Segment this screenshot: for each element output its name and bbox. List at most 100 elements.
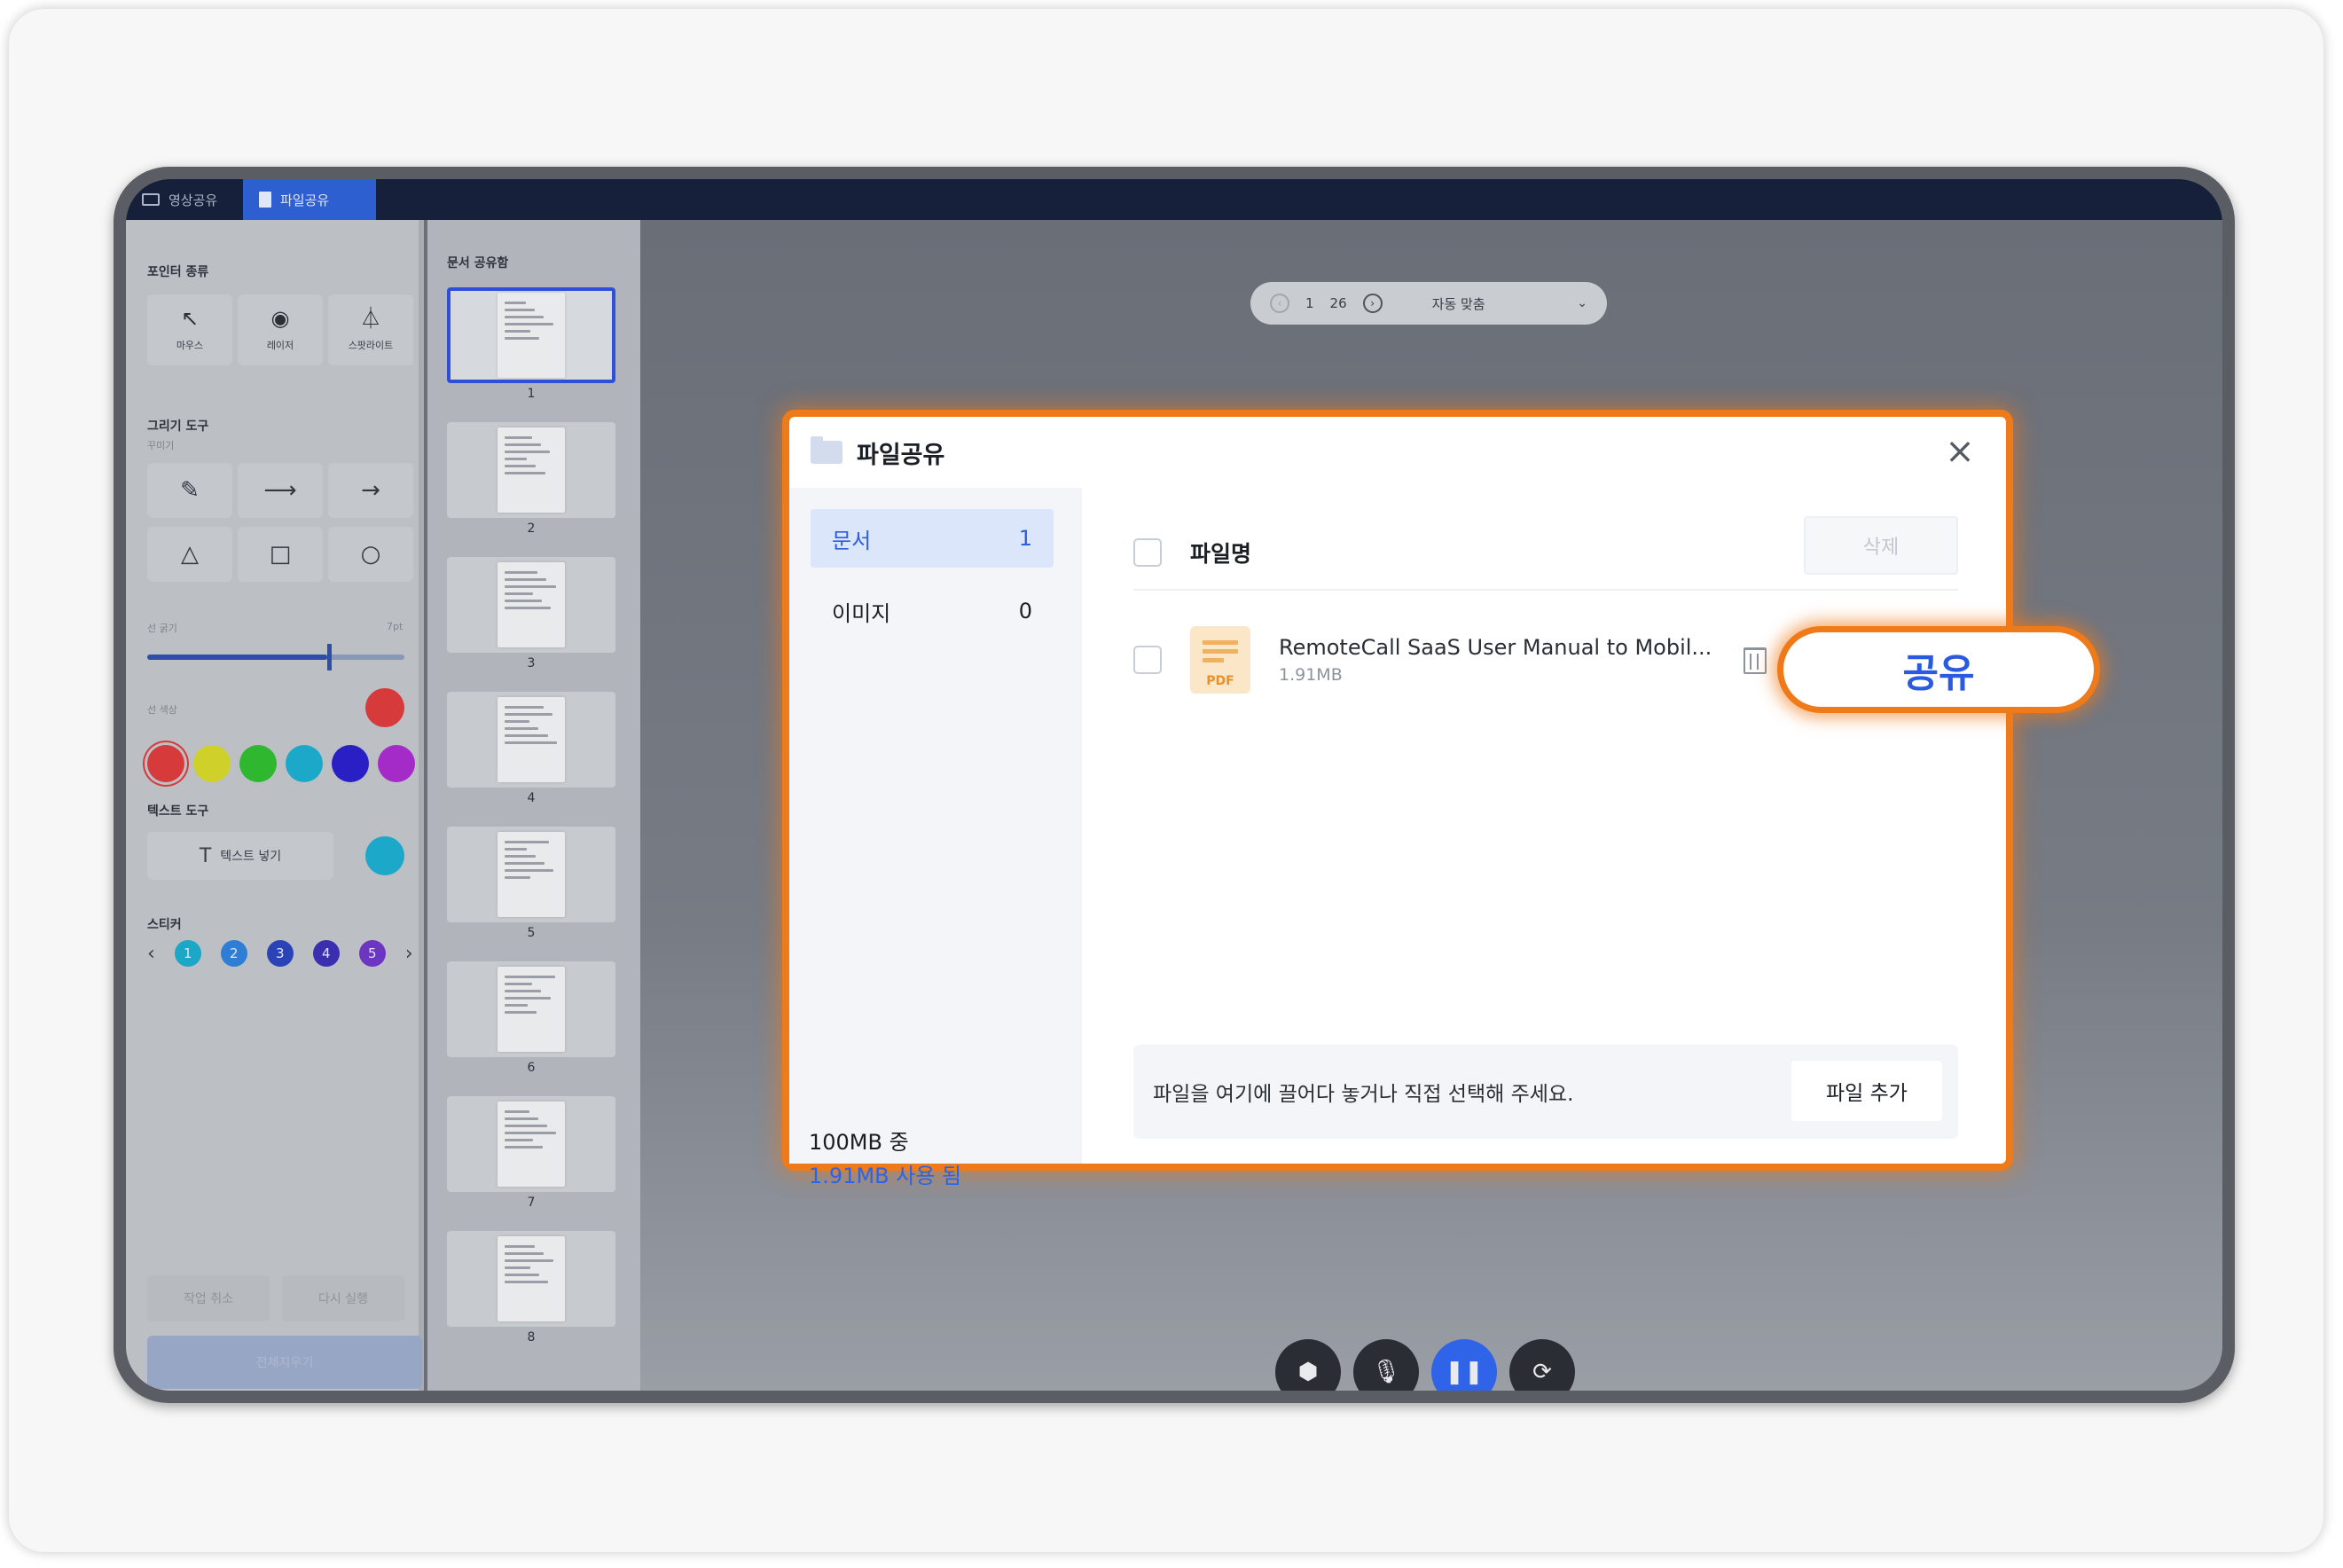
category-images[interactable]: 이미지 0 [811,582,1054,640]
line-arrow-tool[interactable]: → [328,463,413,518]
category-label: 문서 [832,528,872,553]
add-file-button[interactable]: 파일 추가 [1791,1061,1942,1121]
pointer-label: 레이저 [266,340,294,351]
file-share-dialog: 파일공유 × 문서 1 이미지 0 100MB 중 1.91MB 사용 됨 파일… [789,417,2006,1188]
clear-all-button[interactable]: 전체지우기 [147,1336,422,1389]
page-thumbnail[interactable] [447,692,615,788]
pointer-label: 마우스 [176,340,204,351]
triangle-tool[interactable]: △ [147,527,232,582]
pointer-laser[interactable]: ◉ 레이저 [238,294,323,365]
pause-button[interactable]: ❚❚ [1431,1339,1497,1391]
pointer-label: 스팟라이트 [348,340,394,351]
tab-screen-share[interactable]: 영상공유 [126,179,243,220]
pdf-file-icon: PDF [1190,626,1250,694]
thumbnail-panel-title: 문서 공유함 [447,256,509,270]
pointer-mouse[interactable]: ↖ 마우스 [147,294,232,365]
page-thumbnail[interactable] [447,1096,615,1192]
text-cursor-icon: T [199,844,212,867]
color-swatch[interactable] [332,745,369,782]
color-swatch[interactable] [286,745,323,782]
category-count: 0 [1018,599,1032,623]
page-preview [498,562,565,647]
category-documents[interactable]: 문서 1 [811,509,1054,568]
thickness-value: 7pt [387,621,404,632]
chevron-left-icon[interactable]: ‹ [147,943,155,965]
draw-sub-label: 꾸미기 [147,440,175,451]
sticker-1[interactable]: 1 [174,940,201,967]
file-name-column: 파일명 [1190,541,1252,567]
screen-icon [142,193,160,206]
text-color-swatch[interactable] [365,836,404,875]
folder-icon [811,436,842,464]
chevron-right-icon[interactable]: › [405,943,413,965]
delete-button[interactable]: 삭제 [1804,516,1958,575]
sticker-5[interactable]: 5 [358,940,386,967]
tab-label: 파일공유 [280,192,330,208]
insert-text-label: 텍스트 넣기 [220,850,282,864]
mute-button[interactable]: 🎙 [1353,1339,1419,1391]
chevron-down-icon[interactable]: ⌄ [1577,296,1587,310]
close-icon[interactable]: × [1944,434,1976,469]
laser-icon: ◉ [270,306,290,331]
refresh-icon: ⟳ [1532,1359,1552,1385]
page-number: 5 [527,926,536,940]
square-icon: □ [269,541,292,568]
capture-button[interactable]: ⬢ [1275,1339,1341,1391]
tab-file-share[interactable]: 파일공유 [243,179,376,220]
page-thumbnail[interactable] [447,287,615,383]
share-button[interactable]: 공유 [1777,626,2100,713]
color-swatch[interactable] [378,745,415,782]
pointer-spotlight[interactable]: ⏃ 스팟라이트 [328,294,413,365]
sticker-row: ‹ 1 2 3 4 5 › [147,940,413,967]
arrow-tool[interactable]: ⟶ [238,463,323,518]
color-swatch[interactable] [239,745,277,782]
sticker-4[interactable]: 4 [312,940,340,967]
category-label: 이미지 [832,600,891,626]
selected-color-swatch[interactable] [365,688,404,727]
insert-text-button[interactable]: T 텍스트 넣기 [147,832,333,880]
file-size: 1.91MB [1279,665,1343,685]
sticker-2[interactable]: 2 [220,940,247,967]
next-page-icon[interactable]: › [1362,294,1383,313]
page-navigator: ‹ 1 26 › 자동 맞춤 ⌄ [1250,282,1607,325]
thickness-slider[interactable] [147,644,404,670]
mic-off-icon: 🎙 [1371,1359,1401,1385]
storage-used: 1.91MB 사용 됨 [809,1164,962,1188]
prev-page-icon[interactable]: ‹ [1270,294,1289,313]
category-sidebar: 문서 1 이미지 0 100MB 중 1.91MB 사용 됨 [789,488,1082,1188]
circle-icon: ○ [360,541,381,568]
page-preview [498,832,565,917]
document-thumbnail-panel: 문서 공유함 1 2 3 4 5 6 7 8 [427,220,640,1391]
page-thumbnail[interactable] [447,827,615,922]
page-preview [498,1102,565,1187]
redo-label: 다시 실행 [318,1292,368,1306]
sticker-3[interactable]: 3 [266,940,294,967]
undo-button[interactable]: 작업 취소 [147,1275,270,1321]
tool-panel: 포인터 종류 ↖ 마우스 ◉ 레이저 ⏃ 스팟라이트 그리기 도구 꾸미기 ✎ … [126,220,424,1391]
text-section-title: 텍스트 도구 [147,804,209,819]
page-thumbnail[interactable] [447,422,615,518]
refresh-button[interactable]: ⟳ [1509,1339,1575,1391]
zoom-fit-select[interactable]: 자동 맞춤 [1432,294,1485,313]
slider-handle[interactable] [327,644,332,670]
pen-tool[interactable]: ✎ [147,463,232,518]
page-thumbnail[interactable] [447,961,615,1057]
pause-icon: ❚❚ [1445,1359,1484,1385]
page-thumbnail[interactable] [447,557,615,653]
select-all-checkbox[interactable] [1133,538,1162,567]
page-preview [498,697,565,782]
rectangle-tool[interactable]: □ [238,527,323,582]
page-thumbnail[interactable] [447,1231,615,1327]
file-drop-zone[interactable]: 파일을 여기에 끌어다 놓거나 직접 선택해 주세요. 파일 추가 [1133,1045,1958,1139]
file-checkbox[interactable] [1133,646,1162,674]
color-swatch[interactable] [193,745,231,782]
circle-tool[interactable]: ○ [328,527,413,582]
sticker-section-title: 스티커 [147,918,182,932]
page-preview [498,427,565,513]
trash-icon[interactable] [1744,647,1767,674]
color-swatch[interactable] [147,745,184,782]
file-list-area: 파일명 삭제 PDF RemoteCall SaaS User Manual t… [1082,488,2006,1164]
redo-button[interactable]: 다시 실행 [282,1275,404,1321]
thickness-label: 선 굵기 [147,623,177,634]
cursor-icon: ↖ [180,306,200,331]
